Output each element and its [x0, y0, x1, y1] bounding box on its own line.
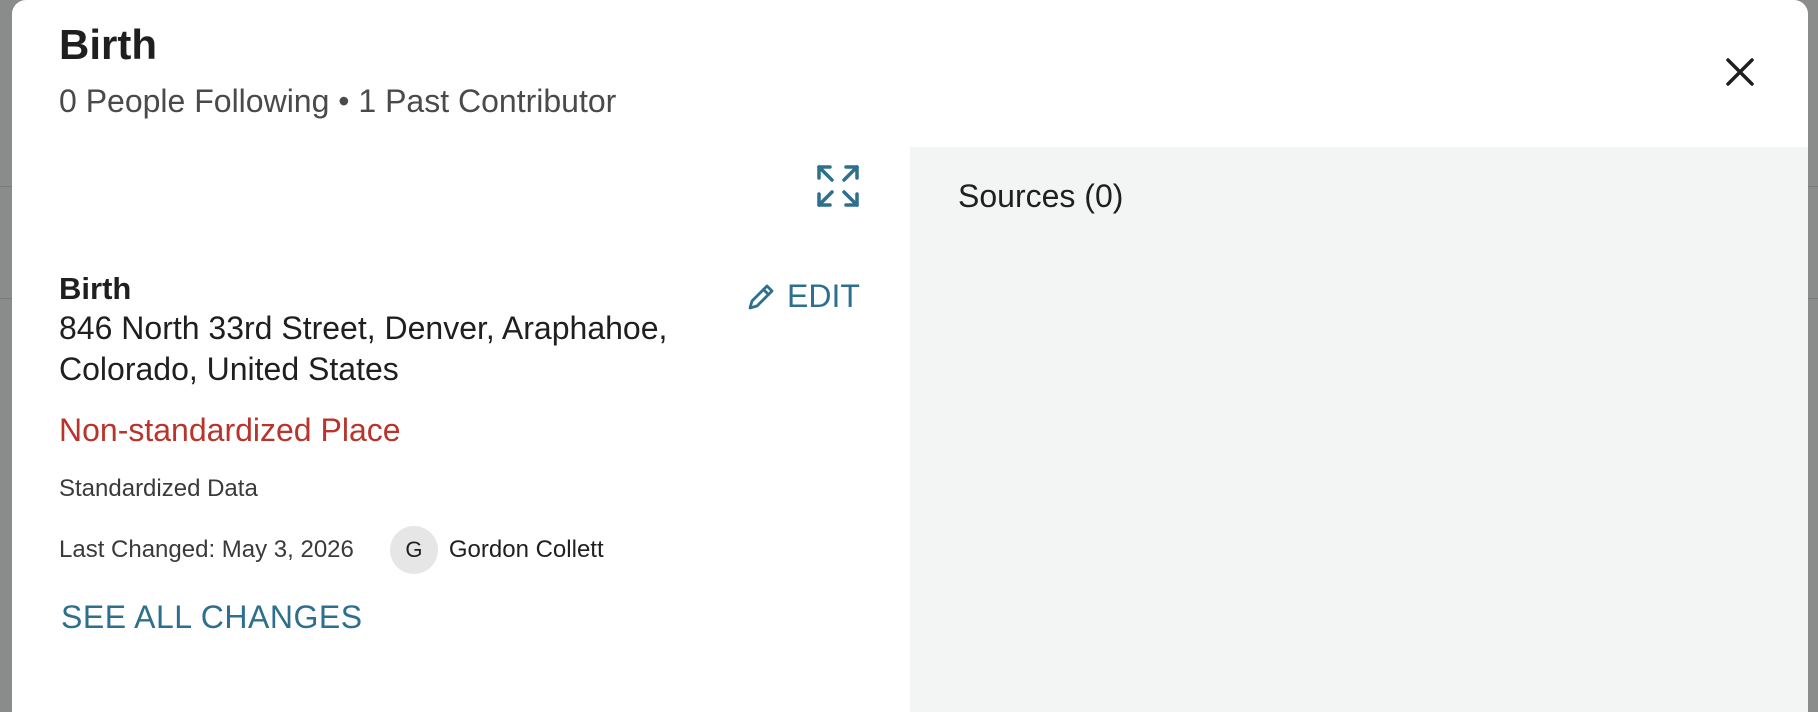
edit-button[interactable]: EDIT — [745, 278, 860, 315]
edit-button-label: EDIT — [787, 278, 860, 314]
sources-title: Sources (0) — [958, 178, 1124, 214]
fact-detail-modal: Birth 0 People Following • 1 Past Contri… — [12, 0, 1808, 712]
last-changed-text: Last Changed: May 3, 2026 — [59, 536, 354, 563]
modal-title: Birth — [59, 21, 157, 68]
fact-panel: Birth 846 North 33rd Street, Denver, Ara… — [12, 147, 910, 712]
expand-button[interactable] — [816, 164, 860, 208]
sources-panel: Sources (0) — [910, 147, 1808, 712]
standardized-data-label: Standardized Data — [59, 475, 258, 502]
see-all-changes-link[interactable]: SEE ALL CHANGES — [61, 599, 363, 636]
close-button[interactable] — [1718, 50, 1762, 94]
modal-subtitle: 0 People Following • 1 Past Contributor — [59, 83, 617, 119]
non-standardized-warning: Non-standardized Place — [59, 412, 401, 448]
fact-place-text: 846 North 33rd Street, Denver, Araphahoe… — [59, 310, 668, 387]
close-icon — [1726, 58, 1754, 86]
contributor-name[interactable]: Gordon Collett — [449, 536, 604, 564]
fact-type-label: Birth — [59, 271, 132, 306]
avatar[interactable]: G — [389, 526, 438, 574]
pencil-icon — [748, 284, 774, 309]
last-changed-row: Last Changed: May 3, 2026 G Gordon Colle… — [59, 526, 604, 574]
expand-icon — [817, 165, 859, 207]
